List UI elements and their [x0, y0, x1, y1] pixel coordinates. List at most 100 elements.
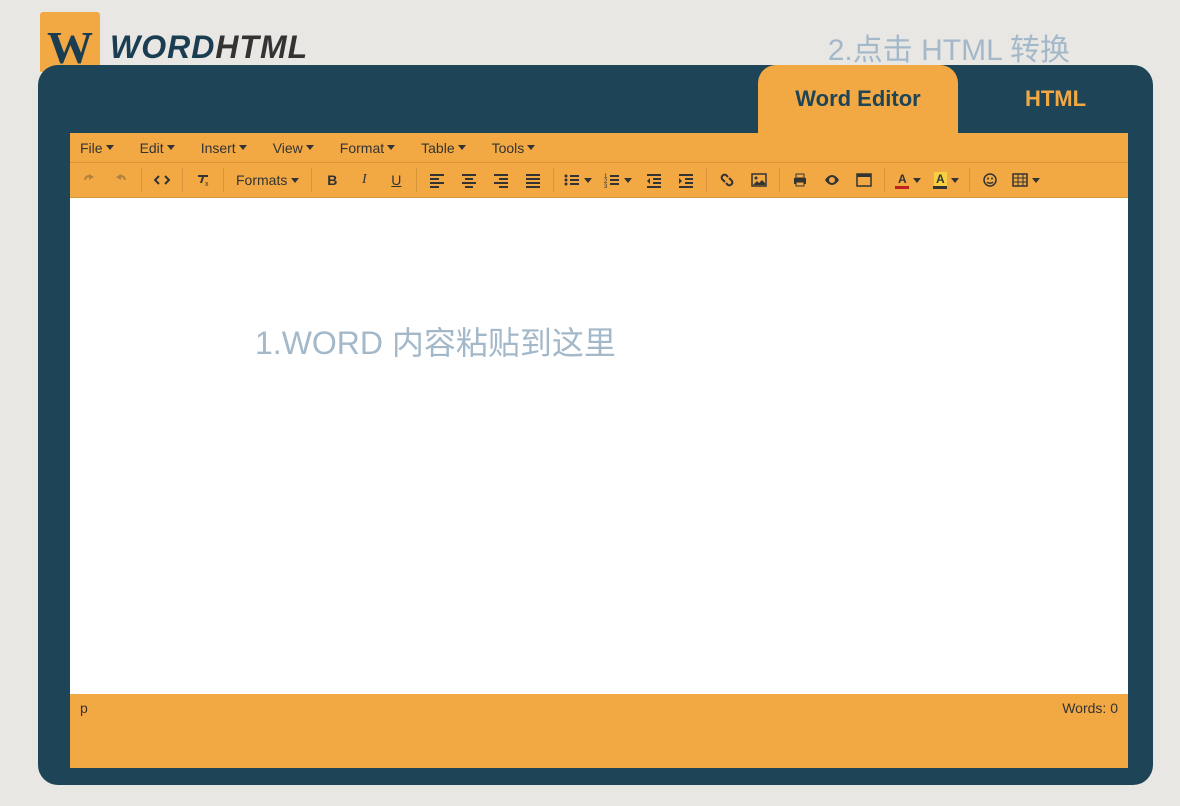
align-left-icon [429, 172, 445, 188]
italic-icon: I [362, 172, 367, 188]
main-panel: Word Editor HTML File Edit Insert View F… [38, 65, 1153, 785]
toolbar: x Formats B I U 123 [70, 163, 1128, 198]
text-color-button[interactable]: A [890, 166, 926, 194]
menu-edit[interactable]: Edit [136, 136, 179, 160]
underline-icon: U [391, 172, 401, 188]
source-code-button[interactable] [147, 166, 177, 194]
link-icon [719, 172, 735, 188]
table-button[interactable] [1007, 166, 1045, 194]
image-button[interactable] [744, 166, 774, 194]
toolbar-separator [884, 168, 885, 192]
menu-tools[interactable]: Tools [488, 136, 540, 160]
logo-word-1: WORD [110, 29, 215, 65]
print-button[interactable] [785, 166, 815, 194]
logo-word-2: HTML [215, 29, 308, 65]
tab-word-editor-label: Word Editor [795, 86, 920, 112]
undo-icon [81, 172, 97, 188]
clear-format-icon: x [195, 172, 211, 188]
bold-button[interactable]: B [317, 166, 347, 194]
toolbar-separator [706, 168, 707, 192]
menu-format[interactable]: Format [336, 136, 399, 160]
toolbar-separator [141, 168, 142, 192]
chevron-down-icon [106, 145, 114, 150]
align-center-icon [461, 172, 477, 188]
chevron-down-icon [584, 178, 592, 183]
editor-content-area[interactable]: 1.WORD 内容粘贴到这里 [70, 198, 1128, 694]
toolbar-separator [969, 168, 970, 192]
menu-view[interactable]: View [269, 136, 318, 160]
link-button[interactable] [712, 166, 742, 194]
chevron-down-icon [527, 145, 535, 150]
smiley-icon [982, 172, 998, 188]
editor: File Edit Insert View Format Table Tools… [70, 133, 1128, 768]
italic-button[interactable]: I [349, 166, 379, 194]
svg-text:3: 3 [604, 184, 608, 188]
toolbar-separator [311, 168, 312, 192]
fullscreen-button[interactable] [849, 166, 879, 194]
undo-button[interactable] [74, 166, 104, 194]
statusbar: p Words: 0 [70, 694, 1128, 722]
underline-button[interactable]: U [381, 166, 411, 194]
bg-color-icon: A [933, 172, 947, 189]
tab-bar: Word Editor HTML [758, 65, 1153, 133]
text-color-icon: A [895, 172, 909, 189]
background-color-button[interactable]: A [928, 166, 964, 194]
image-icon [751, 172, 767, 188]
align-justify-icon [525, 172, 541, 188]
chevron-down-icon [291, 178, 299, 183]
chevron-down-icon [387, 145, 395, 150]
align-right-icon [493, 172, 509, 188]
align-center-button[interactable] [454, 166, 484, 194]
redo-icon [113, 172, 129, 188]
numbered-list-icon: 123 [604, 172, 620, 188]
formats-dropdown[interactable]: Formats [229, 166, 306, 194]
align-right-button[interactable] [486, 166, 516, 194]
redo-button[interactable] [106, 166, 136, 194]
table-icon [1012, 172, 1028, 188]
chevron-down-icon [458, 145, 466, 150]
fullscreen-icon [856, 172, 872, 188]
align-left-button[interactable] [422, 166, 452, 194]
menu-table[interactable]: Table [417, 136, 469, 160]
menu-file[interactable]: File [76, 136, 118, 160]
step-1-label: 1.WORD 内容粘贴到这里 [255, 318, 1128, 364]
print-icon [792, 172, 808, 188]
toolbar-separator [182, 168, 183, 192]
tab-word-editor[interactable]: Word Editor [758, 65, 958, 133]
eye-icon [824, 172, 840, 188]
align-justify-button[interactable] [518, 166, 548, 194]
chevron-down-icon [167, 145, 175, 150]
menu-insert[interactable]: Insert [197, 136, 251, 160]
preview-button[interactable] [817, 166, 847, 194]
toolbar-separator [553, 168, 554, 192]
bullet-list-button[interactable] [559, 166, 597, 194]
bullet-list-icon [564, 172, 580, 188]
bold-icon: B [327, 172, 337, 188]
text-color-swatch [895, 186, 909, 189]
sample-link[interactable]: Sample [70, 750, 121, 767]
chevron-down-icon [624, 178, 632, 183]
chevron-down-icon [239, 145, 247, 150]
logo-text: WORDHTML [110, 29, 308, 66]
step-2-label: 2.点击 HTML 转换 [828, 25, 1070, 69]
numbered-list-button[interactable]: 123 [599, 166, 637, 194]
tab-html[interactable]: HTML [958, 65, 1153, 133]
bg-color-letter: A [934, 172, 947, 186]
svg-text:x: x [205, 181, 209, 188]
toolbar-separator [223, 168, 224, 192]
indent-button[interactable] [671, 166, 701, 194]
code-icon [154, 172, 170, 188]
element-path[interactable]: p [80, 700, 88, 716]
chevron-down-icon [306, 145, 314, 150]
clear-formatting-button[interactable]: x [188, 166, 218, 194]
emoticon-button[interactable] [975, 166, 1005, 194]
menubar: File Edit Insert View Format Table Tools [70, 133, 1128, 163]
word-count: Words: 0 [1062, 700, 1118, 716]
chevron-down-icon [1032, 178, 1040, 183]
outdent-button[interactable] [639, 166, 669, 194]
outdent-icon [646, 172, 662, 188]
indent-icon [678, 172, 694, 188]
chevron-down-icon [951, 178, 959, 183]
toolbar-separator [416, 168, 417, 192]
tab-html-label: HTML [1025, 86, 1086, 112]
